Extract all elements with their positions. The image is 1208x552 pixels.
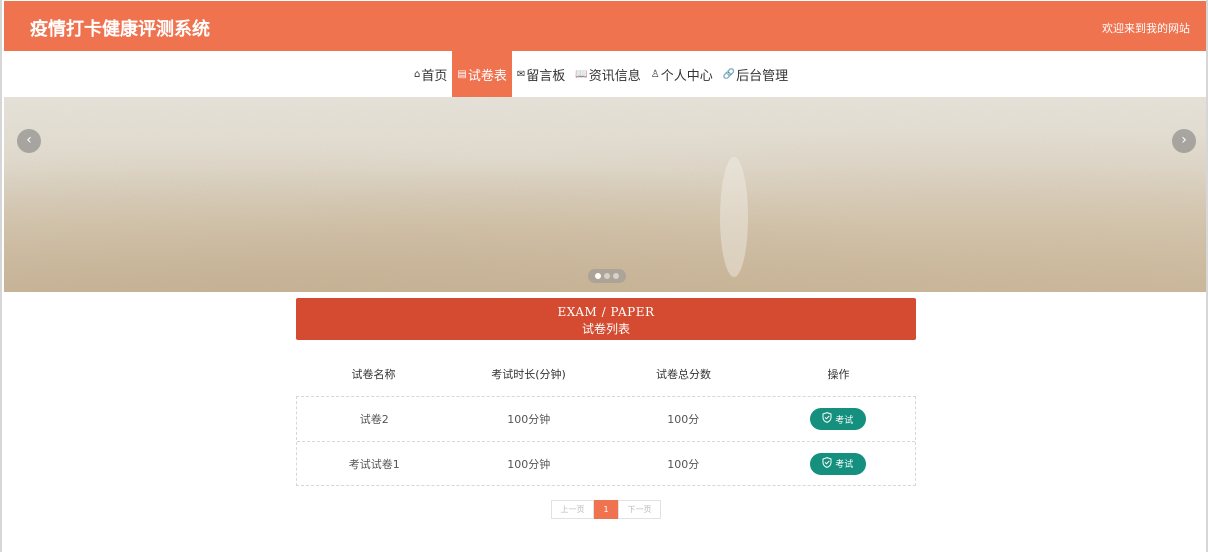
- take-exam-label: 考试: [835, 415, 854, 426]
- table-body: 试卷2 100分钟 100分 考试 考试试卷1 100分钟 100分 考试: [296, 396, 916, 486]
- link-icon: 🔗: [722, 68, 736, 80]
- nav-item-label: 个人中心: [660, 68, 713, 84]
- nav-item-news[interactable]: 📖 资讯信息: [570, 51, 645, 97]
- carousel-indicators: [588, 269, 626, 283]
- table-row: 考试试卷1 100分钟 100分 考试: [297, 441, 915, 485]
- welcome-text: 欢迎来到我的网站: [1102, 22, 1190, 35]
- carousel-dot[interactable]: [613, 273, 619, 279]
- nav-item-label: 资讯信息: [588, 68, 641, 84]
- carousel-dot[interactable]: [604, 273, 610, 279]
- banner-carousel: ‹ ›: [4, 97, 1206, 292]
- message-icon: ✉: [516, 68, 526, 80]
- column-header-action: 操作: [827, 368, 850, 381]
- nav-item-message-board[interactable]: ✉ 留言板: [512, 51, 570, 97]
- exam-duration: 100分钟: [507, 413, 551, 426]
- take-exam-label: 考试: [835, 460, 854, 470]
- table-header: 试卷名称 考试时长(分钟) 试卷总分数 操作: [296, 352, 916, 396]
- sand-texture: [4, 97, 1206, 292]
- action-cell: 考试: [761, 452, 916, 475]
- carousel-next-button[interactable]: ›: [1172, 129, 1196, 153]
- pagination: 上一页 1 下一页: [551, 500, 661, 519]
- nav-item-admin[interactable]: 🔗 后台管理: [718, 51, 793, 97]
- main-nav: ⌂ 首页 ▤ 试卷表 ✉ 留言板 📖 资讯信息 ♙ 个人中心 🔗 后台管理: [4, 51, 1206, 97]
- user-icon: ♙: [650, 68, 660, 80]
- site-title: 疫情打卡健康评测系统: [30, 19, 210, 40]
- next-page-button[interactable]: 下一页: [618, 500, 661, 519]
- current-page-button[interactable]: 1: [594, 500, 618, 519]
- nav-item-exam-paper[interactable]: ▤ 试卷表: [452, 51, 512, 97]
- column-header-name: 试卷名称: [351, 368, 396, 381]
- nav-item-label: 留言板: [526, 68, 566, 84]
- home-icon: ⌂: [414, 68, 421, 80]
- exam-paper-icon: ▤: [457, 68, 467, 80]
- nav-item-label: 首页: [421, 68, 448, 84]
- section-title-en: EXAM / PAPER: [557, 305, 655, 319]
- page-frame: 疫情打卡健康评测系统 欢迎来到我的网站 ⌂ 首页 ▤ 试卷表 ✉ 留言板 📖 资…: [0, 0, 1208, 552]
- column-header-duration: 考试时长(分钟): [491, 368, 566, 381]
- take-exam-button[interactable]: 考试: [809, 408, 866, 430]
- nav-item-home[interactable]: ⌂ 首页: [409, 51, 452, 97]
- column-header-score: 试卷总分数: [656, 368, 711, 381]
- top-header-bar: 疫情打卡健康评测系统 欢迎来到我的网站: [4, 1, 1206, 51]
- nav-items: ⌂ 首页 ▤ 试卷表 ✉ 留言板 📖 资讯信息 ♙ 个人中心 🔗 后台管理: [409, 51, 793, 97]
- exam-table: 试卷名称 考试时长(分钟) 试卷总分数 操作 试卷2 100分钟 100分 考试: [296, 352, 916, 486]
- exam-name: 试卷2: [359, 413, 389, 426]
- shield-check-icon: [822, 412, 832, 426]
- prev-page-button[interactable]: 上一页: [551, 500, 594, 519]
- action-cell: 考试: [761, 408, 916, 430]
- take-exam-button[interactable]: 考试: [809, 452, 866, 475]
- carousel-dot[interactable]: [595, 273, 601, 279]
- news-book-icon: 📖: [575, 68, 588, 80]
- nav-item-label: 后台管理: [736, 68, 789, 84]
- exam-duration: 100分钟: [507, 457, 551, 471]
- nav-item-label: 试卷表: [467, 68, 507, 84]
- table-row: 试卷2 100分钟 100分 考试: [297, 397, 915, 441]
- nav-item-personal-center[interactable]: ♙ 个人中心: [646, 51, 718, 97]
- section-header: EXAM / PAPER 试卷列表: [296, 298, 916, 340]
- carousel-prev-button[interactable]: ‹: [17, 129, 41, 153]
- exam-score: 100分: [667, 457, 700, 471]
- shield-check-icon: [822, 456, 832, 471]
- exam-score: 100分: [667, 413, 700, 426]
- section-title-cn: 试卷列表: [581, 322, 630, 336]
- exam-name: 考试试卷1: [348, 457, 400, 471]
